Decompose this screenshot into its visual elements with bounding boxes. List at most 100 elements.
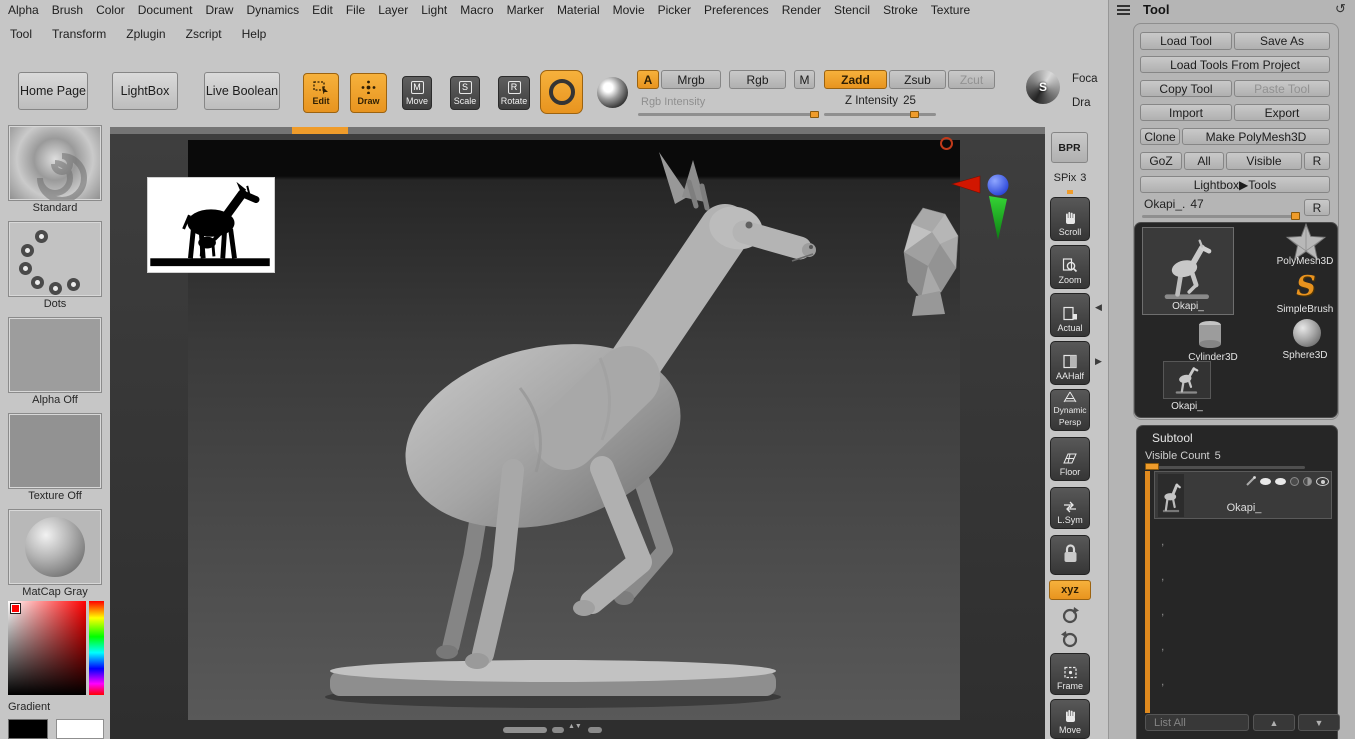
mask-icon[interactable] — [1290, 476, 1299, 486]
floor-button[interactable]: Floor — [1050, 437, 1090, 481]
okapi-model[interactable] — [188, 140, 960, 720]
eye-icon[interactable] — [1316, 476, 1329, 486]
edit-button[interactable]: Edit — [303, 73, 339, 113]
menu-item-movie[interactable]: Movie — [613, 3, 645, 17]
menu-item-marker[interactable]: Marker — [507, 3, 544, 17]
subtool-down-button[interactable]: ▼ — [1298, 714, 1340, 731]
current-stroke-thumbnail[interactable] — [8, 221, 102, 297]
menu-item-help[interactable]: Help — [242, 27, 267, 41]
export-button[interactable]: Export — [1234, 104, 1330, 121]
menu-item-render[interactable]: Render — [782, 3, 821, 17]
goz-all-button[interactable]: All — [1184, 152, 1224, 170]
scrollbar-arrows-icon[interactable]: ▲▼ — [568, 723, 582, 730]
scrollbar-segment[interactable] — [552, 727, 564, 733]
panel-restore-icon[interactable]: ↺ — [1335, 1, 1346, 17]
menu-item-stencil[interactable]: Stencil — [834, 3, 870, 17]
clone-button[interactable]: Clone — [1140, 128, 1180, 145]
lightbox-tools-button[interactable]: Lightbox▶Tools — [1140, 176, 1330, 193]
paste-tool-button[interactable]: Paste Tool — [1234, 80, 1330, 97]
transparency-button[interactable] — [1050, 535, 1090, 575]
gizmo-x-arrow[interactable] — [950, 175, 981, 194]
saturation-square[interactable] — [8, 601, 86, 695]
menu-item-transform[interactable]: Transform — [52, 27, 106, 41]
spix-slider-handle[interactable] — [1067, 190, 1073, 194]
z-intensity-slider-handle[interactable] — [910, 111, 919, 118]
menu-item-preferences[interactable]: Preferences — [704, 3, 769, 17]
secondary-color-swatch[interactable] — [8, 719, 48, 739]
subtool-scroll-strip[interactable] — [1145, 471, 1150, 713]
menu-item-macro[interactable]: Macro — [460, 3, 493, 17]
menu-item-material[interactable]: Material — [557, 3, 600, 17]
xyz-button[interactable]: xyz — [1049, 580, 1091, 600]
active-tool-slider[interactable] — [1142, 215, 1300, 218]
menu-item-zscript[interactable]: Zscript — [186, 27, 222, 41]
rotate-ccw-icon[interactable] — [1060, 630, 1080, 650]
material-thumbnail[interactable] — [8, 509, 102, 585]
polymesh3d-item[interactable] — [1283, 223, 1329, 261]
goz-visible-button[interactable]: Visible — [1226, 152, 1302, 170]
load-tool-button[interactable]: Load Tool — [1140, 32, 1232, 50]
menu-item-file[interactable]: File — [346, 3, 365, 17]
horizontal-scrollbar[interactable] — [503, 727, 547, 733]
cylinder3d-item[interactable] — [1195, 319, 1225, 351]
uv-icon[interactable] — [1275, 477, 1286, 485]
lightbox-button[interactable]: LightBox — [112, 72, 178, 110]
tool-r-button[interactable]: R — [1304, 199, 1330, 216]
copy-tool-button[interactable]: Copy Tool — [1140, 80, 1232, 97]
rotate-button[interactable]: R Rotate — [498, 76, 530, 110]
goz-r-button[interactable]: R — [1304, 152, 1330, 170]
save-as-button[interactable]: Save As — [1234, 32, 1330, 50]
visible-count-slider-handle[interactable] — [1145, 463, 1159, 470]
menu-item-light[interactable]: Light — [421, 3, 447, 17]
current-alpha-thumbnail[interactable] — [8, 125, 102, 203]
local-symmetry-button[interactable]: L.Sym — [1050, 487, 1090, 529]
current-brush-button[interactable] — [540, 70, 583, 114]
alpha-adjust-toggle[interactable]: A — [637, 70, 659, 89]
menu-item-color[interactable]: Color — [96, 3, 125, 17]
bpr-button[interactable]: BPR — [1051, 132, 1088, 163]
gizmo-y-cone[interactable] — [989, 196, 1007, 240]
sphere3d-item[interactable] — [1293, 319, 1321, 347]
rgb-intensity-slider-handle[interactable] — [810, 111, 819, 118]
active-tool-slider-handle[interactable] — [1291, 212, 1300, 220]
menu-item-document[interactable]: Document — [138, 3, 193, 17]
draw-button[interactable]: Draw — [350, 73, 387, 113]
polypaint-icon[interactable] — [1260, 477, 1271, 485]
menu-item-layer[interactable]: Layer — [378, 3, 408, 17]
primary-color-swatch[interactable] — [56, 719, 104, 739]
z-intensity-slider[interactable] — [824, 113, 936, 116]
rgb-intensity-slider[interactable] — [638, 113, 818, 116]
gizmo-sphere[interactable] — [987, 174, 1009, 196]
color-picker[interactable] — [8, 601, 104, 695]
subtool-item[interactable]: Okapi_ — [1154, 471, 1332, 519]
s-preview-icon[interactable]: S — [1026, 70, 1060, 104]
panel-collapse-left-icon[interactable]: ◀ — [1095, 302, 1102, 313]
menu-item-dynamics[interactable]: Dynamics — [246, 3, 299, 17]
rotate-cw-icon[interactable] — [1060, 606, 1080, 626]
live-boolean-button[interactable]: Live Boolean — [204, 72, 280, 110]
hue-strip[interactable] — [89, 601, 104, 695]
list-all-button[interactable]: List All — [1145, 714, 1249, 731]
panel-menu-icon[interactable] — [1117, 5, 1130, 15]
rgb-button[interactable]: Rgb — [729, 70, 786, 89]
document-canvas[interactable] — [188, 140, 960, 720]
frame-button[interactable]: Frame — [1050, 653, 1090, 695]
aahalf-button[interactable]: AAHalf — [1050, 341, 1090, 385]
simplebrush-item[interactable]: S — [1291, 271, 1321, 302]
layers-icon[interactable] — [1303, 476, 1312, 486]
subtool-up-button[interactable]: ▲ — [1253, 714, 1295, 731]
m-button[interactable]: M — [794, 70, 815, 89]
import-button[interactable]: Import — [1140, 104, 1232, 121]
load-tools-from-project-button[interactable]: Load Tools From Project — [1140, 56, 1330, 73]
zoom-button[interactable]: Zoom — [1050, 245, 1090, 289]
menu-item-texture[interactable]: Texture — [931, 3, 970, 17]
navigation-gizmo[interactable] — [948, 172, 1018, 242]
scrollbar-segment-2[interactable] — [588, 727, 602, 733]
spix-readout[interactable]: SPix 3 — [1048, 172, 1092, 184]
reference-image[interactable] — [147, 177, 275, 273]
scale-button[interactable]: S Scale — [450, 76, 480, 110]
actual-button[interactable]: Actual — [1050, 293, 1090, 337]
texture-off-thumbnail[interactable] — [8, 413, 102, 489]
menu-item-picker[interactable]: Picker — [658, 3, 691, 17]
mrgb-button[interactable]: Mrgb — [661, 70, 721, 89]
